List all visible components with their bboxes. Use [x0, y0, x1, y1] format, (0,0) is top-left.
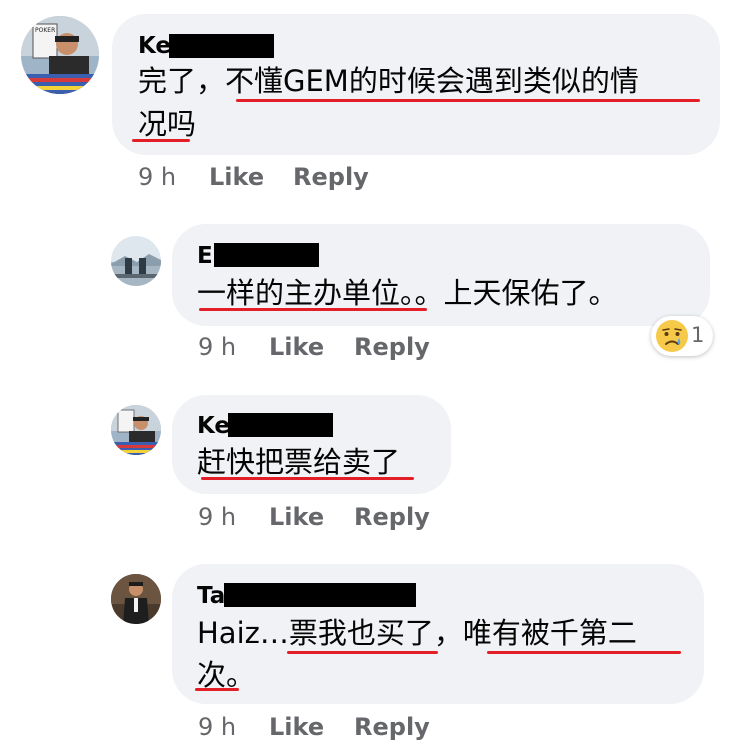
reaction-count: 1 [691, 323, 705, 347]
underline-mark [201, 477, 414, 480]
profile-photo-icon [111, 405, 161, 455]
redaction-bar [224, 583, 416, 607]
avatar[interactable]: POKER [21, 16, 99, 94]
underline-mark [199, 308, 427, 311]
redaction-bar [228, 413, 333, 437]
like-button[interactable]: Like [269, 713, 324, 741]
underline-mark [287, 651, 438, 654]
underline-mark [487, 651, 681, 654]
avatar[interactable] [111, 405, 161, 455]
underline-mark [132, 139, 190, 142]
avatar[interactable] [111, 574, 161, 624]
timestamp[interactable]: 9 h [138, 163, 176, 191]
timestamp[interactable]: 9 h [198, 333, 236, 361]
like-button[interactable]: Like [269, 503, 324, 531]
comment-text-line-1: Haiz…票我也买了，唯有被千第二 [197, 616, 637, 650]
commenter-name[interactable]: E [197, 243, 213, 269]
redaction-bar [169, 34, 274, 58]
like-button[interactable]: Like [269, 333, 324, 361]
svg-text:POKER: POKER [35, 27, 55, 34]
profile-photo-icon: POKER [21, 16, 99, 94]
profile-photo-icon [111, 574, 161, 624]
timestamp[interactable]: 9 h [198, 503, 236, 531]
reaction-badge[interactable]: 1 [651, 316, 713, 356]
reply-button[interactable]: Reply [354, 713, 430, 741]
commenter-name[interactable]: Ke [197, 413, 230, 439]
sad-face-icon [656, 320, 688, 352]
avatar[interactable] [111, 236, 161, 286]
commenter-name[interactable]: Ke [138, 33, 171, 59]
redaction-bar [214, 243, 319, 267]
underline-mark [195, 688, 239, 691]
like-button[interactable]: Like [209, 163, 264, 191]
profile-photo-icon [111, 236, 161, 286]
reply-button[interactable]: Reply [293, 163, 369, 191]
reply-button[interactable]: Reply [354, 333, 430, 361]
commenter-name[interactable]: Ta [197, 583, 225, 609]
reply-button[interactable]: Reply [354, 503, 430, 531]
timestamp[interactable]: 9 h [198, 713, 236, 741]
comment-text-line-1: 完了，不懂GEM的时候会遇到类似的情 [138, 64, 639, 98]
underline-mark [236, 99, 700, 102]
